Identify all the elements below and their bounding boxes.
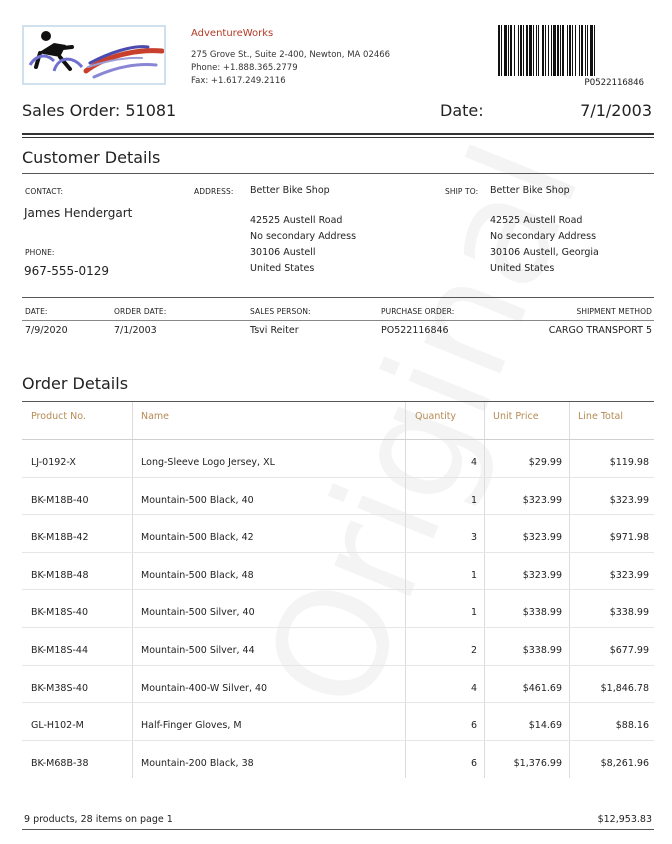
barcode-text: PO522116846	[584, 78, 644, 88]
company-address: 275 Grove St., Suite 2-400, Newton, MA 0…	[191, 50, 391, 60]
address-line: 42525 Austell Road	[250, 215, 343, 226]
cell-product-no: BK-M18B-40	[31, 494, 89, 506]
ship-to-line: No secondary Address	[490, 231, 597, 242]
contact-label: CONTACT:	[25, 187, 64, 196]
ship-to-line: Better Bike Shop	[490, 185, 570, 196]
order-summary: 9 products, 28 items on page 1	[24, 814, 173, 825]
cell-line-total: $971.98	[609, 532, 649, 544]
info-date-label: DATE:	[25, 307, 48, 316]
column-header-product-no: Product No.	[31, 411, 86, 422]
cell-product-no: BK-M18B-42	[31, 532, 89, 544]
cell-name: Mountain-500 Black, 40	[141, 494, 254, 506]
cell-line-total: $323.99	[609, 494, 649, 506]
cell-line-total: $88.16	[615, 720, 649, 732]
info-sales-person-label: SALES PERSON:	[250, 307, 311, 316]
cyclist-logo-icon	[22, 25, 166, 85]
cell-quantity: 1	[470, 607, 477, 619]
cell-name: Mountain-400-W Silver, 40	[141, 682, 268, 694]
info-date-value: 7/9/2020	[25, 325, 68, 336]
info-order-date-value: 7/1/2003	[114, 325, 157, 336]
cell-product-no: BK-M18S-40	[31, 607, 89, 619]
company-name: AdventureWorks	[191, 28, 274, 39]
address-line: Better Bike Shop	[250, 185, 330, 196]
cell-unit-price: $29.99	[528, 457, 562, 468]
order-info-mid-divider	[22, 320, 654, 321]
address-line: No secondary Address	[250, 231, 357, 242]
cell-name: Mountain-500 Silver, 40	[141, 607, 255, 619]
cell-name: Mountain-500 Black, 42	[141, 532, 254, 544]
sales-order-number: Sales Order: 51081	[22, 101, 177, 120]
cell-unit-price: $323.99	[522, 532, 562, 544]
cell-unit-price: $338.99	[522, 645, 562, 656]
contact-name: James Hendergart	[24, 206, 133, 220]
order-date-value: 7/1/2003	[580, 101, 652, 120]
order-details-divider	[22, 401, 654, 402]
footer-divider	[22, 829, 654, 830]
cell-quantity: 3	[470, 532, 477, 544]
cell-quantity: 4	[470, 457, 477, 468]
column-header-quantity: Quantity	[415, 411, 457, 422]
cell-name: Half-Finger Gloves, M	[141, 720, 242, 732]
cell-product-no: LJ-0192-X	[31, 457, 76, 468]
cell-product-no: GL-H102-M	[31, 720, 84, 732]
customer-details-title: Customer Details	[22, 148, 161, 167]
header-divider	[22, 133, 654, 138]
ship-to-line: 30106 Austell, Georgia	[490, 247, 599, 258]
order-info-top-divider	[22, 297, 654, 298]
cell-unit-price: $323.99	[522, 494, 562, 506]
ship-to-line: 42525 Austell Road	[490, 215, 583, 226]
info-purchase-order-label: PURCHASE ORDER:	[381, 307, 455, 316]
cell-quantity: 6	[470, 720, 477, 732]
info-shipment-method-value: CARGO TRANSPORT 5	[548, 325, 652, 336]
cell-line-total: $323.99	[609, 569, 649, 581]
order-date-label: Date:	[440, 101, 484, 120]
cell-product-no: BK-M18B-48	[31, 569, 89, 581]
phone-label: PHONE:	[25, 248, 55, 257]
cell-name: Long-Sleeve Logo Jersey, XL	[141, 457, 275, 468]
info-order-date-label: ORDER DATE:	[114, 307, 167, 316]
ship-to-label: SHIP TO:	[445, 187, 479, 196]
info-shipment-method-label: SHIPMENT METHOD	[576, 307, 652, 316]
order-details-title: Order Details	[22, 374, 129, 393]
cell-unit-price: $323.99	[522, 569, 562, 581]
cell-line-total: $8,261.96	[600, 757, 649, 769]
cell-line-total: $119.98	[609, 457, 649, 468]
cell-quantity: 2	[470, 645, 477, 656]
order-grand-total: $12,953.83	[597, 814, 652, 825]
cell-quantity: 4	[470, 682, 477, 694]
cell-quantity: 1	[470, 494, 477, 506]
address-label: ADDRESS:	[194, 187, 234, 196]
cell-quantity: 1	[470, 569, 477, 581]
address-line: United States	[250, 263, 315, 274]
phone-value: 967-555-0129	[24, 264, 110, 278]
cell-product-no: BK-M68B-38	[31, 757, 89, 769]
cell-unit-price: $461.69	[522, 682, 562, 694]
company-fax: Fax: +1.617.249.2116	[191, 76, 286, 86]
column-header-line-total: Line Total	[578, 411, 624, 422]
customer-divider	[22, 173, 654, 174]
cell-product-no: BK-M38S-40	[31, 682, 89, 694]
column-header-unit-price: Unit Price	[493, 411, 539, 422]
cell-name: Mountain-500 Black, 48	[141, 569, 254, 581]
cell-name: Mountain-500 Silver, 44	[141, 645, 255, 656]
info-purchase-order-value: PO522116846	[381, 325, 449, 336]
ship-to-line: United States	[490, 263, 555, 274]
address-line: 30106 Austell	[250, 247, 316, 258]
cell-unit-price: $14.69	[528, 720, 562, 732]
company-phone: Phone: +1.888.365.2779	[191, 63, 298, 73]
cell-unit-price: $338.99	[522, 607, 562, 619]
cell-quantity: 6	[470, 757, 477, 769]
cell-name: Mountain-200 Black, 38	[141, 757, 254, 769]
cell-line-total: $1,846.78	[600, 682, 649, 694]
cell-line-total: $677.99	[609, 645, 649, 656]
info-sales-person-value: Tsvi Reiter	[250, 325, 299, 336]
column-header-name: Name	[141, 411, 170, 422]
cell-unit-price: $1,376.99	[513, 757, 562, 769]
barcode-icon	[498, 25, 595, 76]
cell-product-no: BK-M18S-44	[31, 645, 89, 656]
cell-line-total: $338.99	[609, 607, 649, 619]
